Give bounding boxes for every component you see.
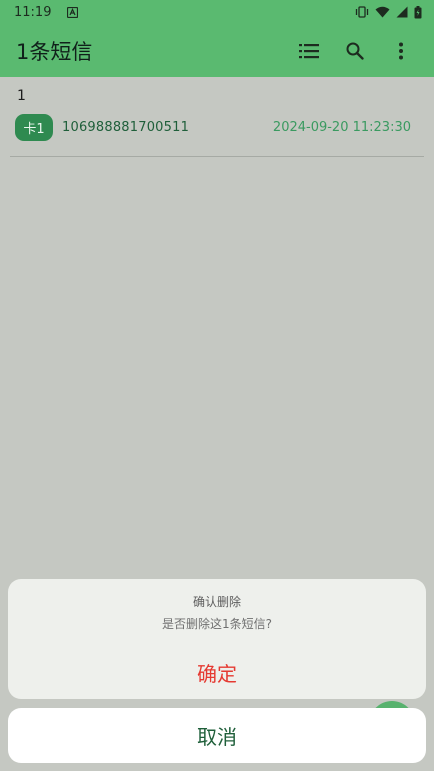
delete-confirm-sheet: 确认删除 是否删除这1条短信? 确定 (8, 579, 426, 699)
list-icon (299, 43, 319, 58)
status-bar: 11:19 (0, 0, 434, 24)
app-actions (286, 28, 424, 74)
signal-icon (396, 6, 408, 18)
sim-badge: 卡1 (15, 114, 53, 141)
list-view-button[interactable] (286, 28, 332, 74)
message-sender: 106988881700511 (62, 120, 190, 135)
more-vertical-icon (399, 42, 403, 59)
more-options-button[interactable] (378, 28, 424, 74)
status-icons (355, 5, 422, 19)
status-time: 11:19 (14, 4, 52, 20)
confirm-button[interactable]: 确定 (8, 649, 426, 695)
list-item[interactable]: 1 卡1 106988881700511 2024-09-20 11:23:30 (10, 84, 424, 157)
battery-icon (414, 5, 422, 19)
cancel-button[interactable]: 取消 (8, 708, 426, 763)
dialog-message: 是否删除这1条短信? (161, 617, 272, 631)
dialog-title: 确认删除 (192, 595, 241, 609)
search-icon (346, 42, 364, 60)
message-time: 2024-09-20 11:23:30 (272, 120, 411, 135)
notification-icon (67, 6, 79, 18)
search-button[interactable] (332, 28, 378, 74)
screen: 11:19 1条短信 1 卡1 106988881700511 2024-09-… (0, 0, 434, 771)
vibrate-icon (355, 6, 369, 18)
wifi-icon (375, 6, 390, 18)
app-bar: 1条短信 (0, 24, 434, 77)
page-title: 1条短信 (16, 39, 93, 64)
message-body: 1 (17, 88, 26, 104)
